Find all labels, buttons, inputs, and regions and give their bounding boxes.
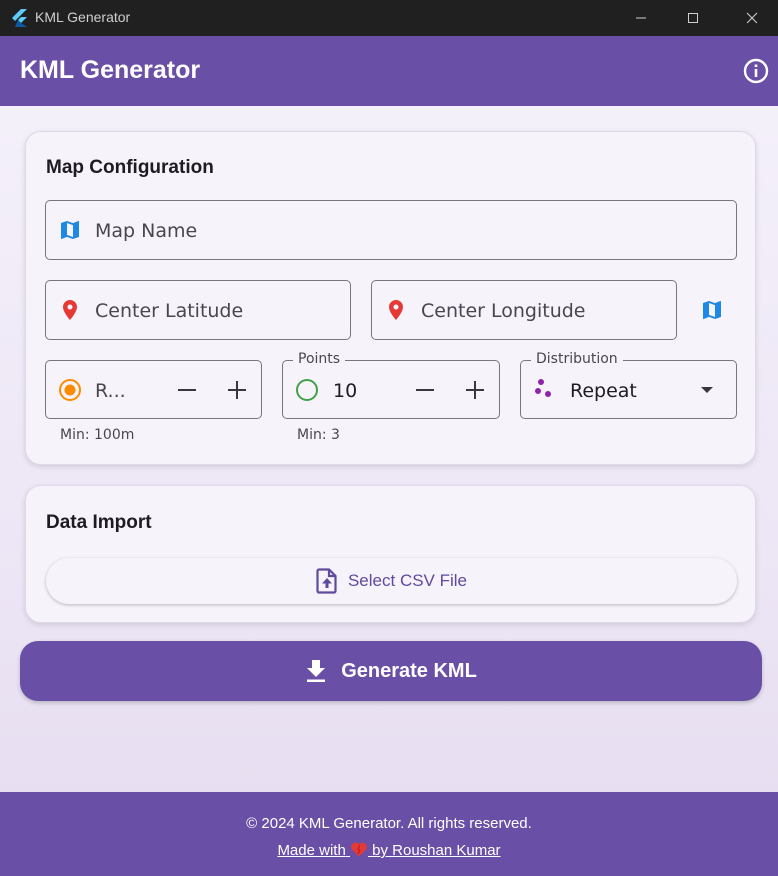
points-field[interactable]: Points 10 xyxy=(282,351,500,419)
info-icon[interactable] xyxy=(742,57,770,85)
made-with-line: Made with by Roushan Kumar xyxy=(0,841,778,859)
location-pin-icon xyxy=(63,300,77,320)
copyright-text: © 2024 KML Generator. All rights reserve… xyxy=(246,815,532,832)
window-titlebar: KML Generator xyxy=(0,0,778,36)
distribution-dropdown[interactable]: Distribution Repeat xyxy=(520,351,737,419)
radio-button-unchecked-icon xyxy=(296,379,318,401)
points-decrement-button[interactable] xyxy=(411,376,439,404)
dropdown-arrow-icon xyxy=(701,387,713,393)
radius-field[interactable]: R... xyxy=(45,360,262,419)
download-icon xyxy=(307,660,326,682)
radio-button-checked-icon xyxy=(59,379,81,401)
radius-label: R... xyxy=(95,380,126,402)
maximize-button[interactable] xyxy=(670,0,716,36)
map-configuration-title: Map Configuration xyxy=(46,157,214,178)
minimize-icon xyxy=(636,17,646,19)
flutter-logo-icon xyxy=(12,9,27,27)
points-value: 10 xyxy=(333,380,358,402)
plus-icon xyxy=(228,381,246,399)
generate-kml-button[interactable]: Generate KML xyxy=(20,641,762,701)
center-latitude-field[interactable]: Center Latitude xyxy=(45,280,351,340)
points-helper-text: Min: 3 xyxy=(297,427,340,443)
map-name-label: Map Name xyxy=(95,220,198,242)
map-icon xyxy=(61,221,79,239)
upload-file-icon xyxy=(316,568,337,594)
minus-icon xyxy=(416,389,434,391)
minimize-button[interactable] xyxy=(618,0,664,36)
location-pin-icon xyxy=(389,300,403,320)
window-title: KML Generator xyxy=(35,9,131,25)
main-content: Map Configuration Map Name Center Latitu… xyxy=(0,106,778,792)
points-increment-button[interactable] xyxy=(461,376,489,404)
plus-icon xyxy=(466,381,484,399)
distribution-label: Distribution xyxy=(531,351,623,367)
footer: © 2024 KML Generator. All rights reserve… xyxy=(0,792,778,876)
close-icon xyxy=(746,12,758,24)
heart-icon xyxy=(351,842,367,857)
generate-kml-label: Generate KML xyxy=(341,659,477,682)
scatter-dots-icon xyxy=(535,379,551,397)
center-latitude-label: Center Latitude xyxy=(95,300,244,322)
radius-increment-button[interactable] xyxy=(223,376,251,404)
app-bar: KML Generator xyxy=(0,36,778,106)
made-with-prefix: Made with xyxy=(277,842,346,859)
minus-icon xyxy=(178,389,196,391)
center-longitude-field[interactable]: Center Longitude xyxy=(371,280,677,340)
app-title: KML Generator xyxy=(20,56,201,84)
select-csv-button[interactable]: Select CSV File xyxy=(46,558,737,604)
select-csv-label: Select CSV File xyxy=(347,571,468,590)
maximize-icon xyxy=(688,13,698,23)
radius-helper-text: Min: 100m xyxy=(60,427,135,443)
map-picker-icon[interactable] xyxy=(700,298,724,322)
radius-decrement-button[interactable] xyxy=(173,376,201,404)
center-longitude-label: Center Longitude xyxy=(421,300,586,322)
map-name-field[interactable]: Map Name xyxy=(45,200,737,260)
map-configuration-card: Map Configuration Map Name Center Latitu… xyxy=(25,131,756,465)
close-button[interactable] xyxy=(729,0,775,36)
author-credit[interactable]: by Roushan Kumar xyxy=(372,842,500,859)
data-import-card: Data Import Select CSV File xyxy=(25,485,756,623)
data-import-title: Data Import xyxy=(46,512,152,533)
points-label: Points xyxy=(293,351,346,367)
distribution-value: Repeat xyxy=(570,380,637,402)
